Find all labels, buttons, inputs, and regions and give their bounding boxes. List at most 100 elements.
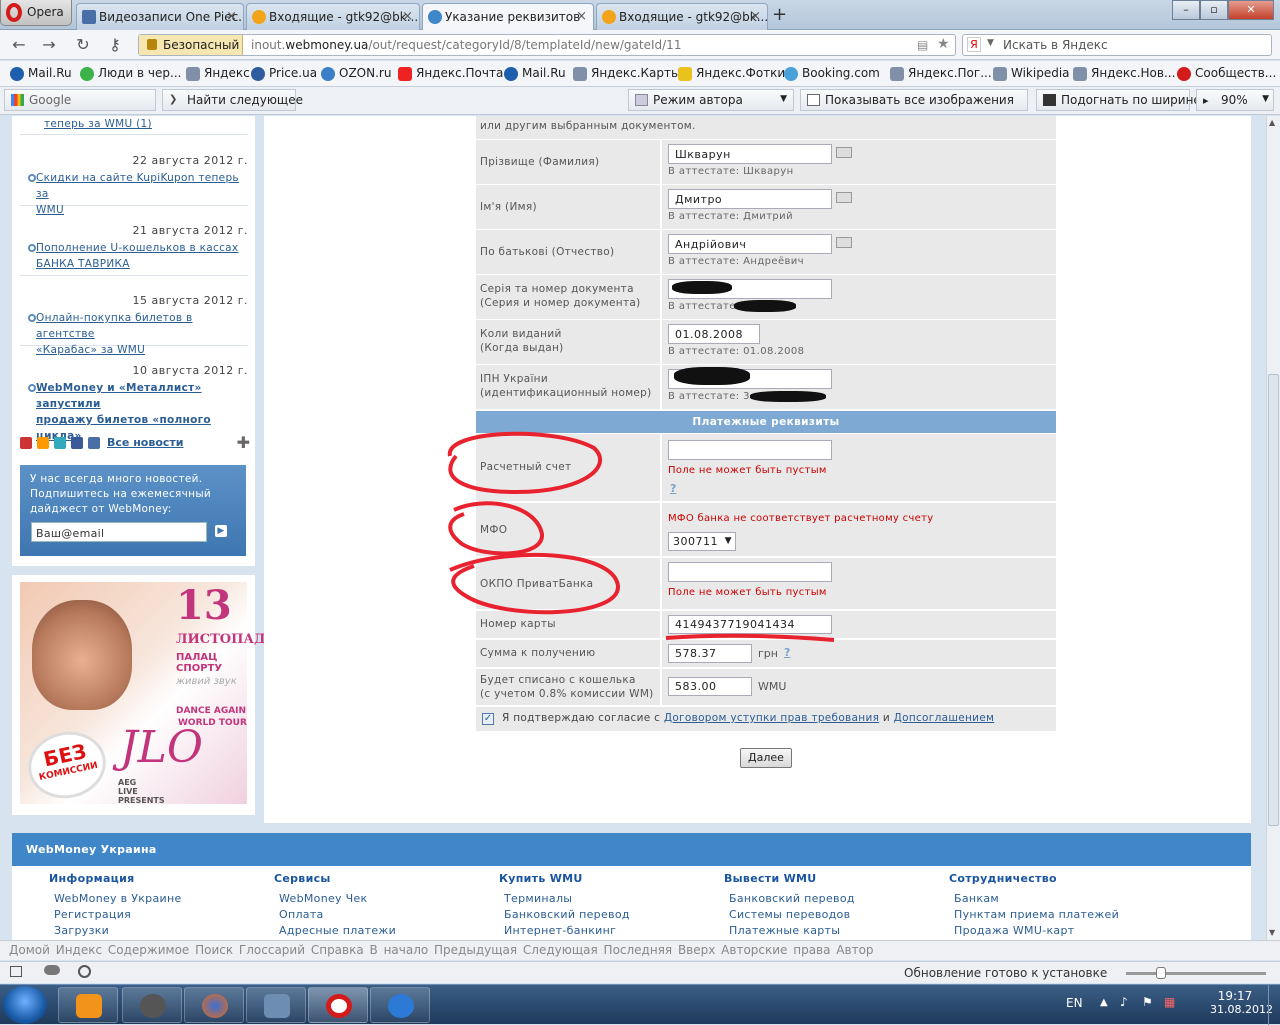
find-next-button[interactable]: ❯ Найти следующее — [162, 89, 303, 111]
bookmark-item[interactable]: Сообществ... — [1177, 66, 1276, 81]
tab-videos[interactable]: Видеозаписи One Piec... × — [76, 3, 244, 30]
taskbar-window[interactable] — [246, 987, 306, 1023]
google-search-field[interactable]: Google — [4, 89, 156, 111]
taskbar-media-player[interactable] — [58, 987, 118, 1023]
tray-arrow-icon[interactable]: ▲ — [1100, 997, 1108, 1008]
footer-link[interactable]: Загрузки — [49, 923, 182, 939]
footer-link[interactable]: Банковский перевод — [499, 907, 630, 923]
vk-icon[interactable] — [88, 437, 100, 449]
speed-dial-icon[interactable] — [78, 965, 91, 978]
scroll-up-icon[interactable]: ▲ — [1269, 118, 1275, 127]
footer-link[interactable]: Терминалы — [499, 891, 630, 907]
bookmark-item[interactable]: Яндекс.Карты — [573, 66, 680, 81]
news-link[interactable]: WebMoney и «Металлист» запустили продажу … — [36, 380, 248, 444]
url-text[interactable]: inout.webmoney.ua/out/request/categoryId… — [251, 38, 681, 52]
bookmark-item[interactable]: OZON.ru — [321, 66, 391, 81]
close-icon[interactable]: × — [750, 9, 761, 24]
close-window-button[interactable]: ✕ — [1228, 0, 1274, 20]
taskbar-opera[interactable] — [308, 987, 368, 1023]
submit-arrow-icon[interactable]: ▶ — [215, 525, 227, 537]
footer-column-head[interactable]: Вывести WMU — [724, 872, 855, 885]
plus-icon[interactable]: ✚ — [237, 433, 250, 452]
footer-link[interactable]: Адресные платежи — [274, 923, 396, 939]
bookmark-item[interactable]: Яндекс.Почта — [398, 66, 503, 81]
footer-link[interactable]: Интернет-банкинг — [499, 923, 630, 939]
close-icon[interactable]: × — [226, 9, 237, 24]
footer-link[interactable]: WebMoney в Украине — [49, 891, 182, 907]
cloud-icon[interactable] — [44, 965, 60, 975]
flag-icon[interactable]: ⚑ — [1142, 995, 1153, 1009]
clock[interactable]: 19:17 31.08.2012 — [1210, 989, 1273, 1016]
bookmark-item[interactable]: Booking.com — [784, 66, 880, 81]
yandex-search-field[interactable]: Я ▼ Искать в Яндекс — [962, 34, 1272, 56]
tab-requisites[interactable]: Указание реквизитов × — [422, 3, 594, 31]
close-icon[interactable]: × — [402, 9, 413, 24]
address-field[interactable]: Безопасный inout.webmoney.ua/out/request… — [138, 34, 956, 56]
keyboard-icon[interactable] — [836, 237, 852, 248]
news-link[interactable]: Скидки на сайте KupiKupon теперь за WMU — [36, 170, 248, 218]
debit-input[interactable]: 583.00 — [668, 677, 752, 696]
network-icon[interactable]: ▦ — [1164, 995, 1175, 1009]
rss-icon[interactable]: ▤ — [917, 38, 928, 52]
zoom-slider-knob[interactable] — [1156, 967, 1166, 979]
bookmark-item[interactable]: Яндекс.Фотки — [678, 66, 785, 81]
reload-icon[interactable]: ↻ — [72, 35, 94, 55]
start-button[interactable] — [3, 986, 47, 1024]
footer-link[interactable]: Оплата — [274, 907, 396, 923]
keyboard-icon[interactable] — [836, 147, 852, 158]
footer-column-head[interactable]: Информация — [49, 872, 182, 885]
bookmark-item[interactable]: Mail.Ru — [10, 66, 72, 81]
author-mode-select[interactable]: Режим автора ▼ — [628, 89, 794, 111]
bookmark-item[interactable]: Люди в чер... — [80, 66, 181, 81]
close-icon[interactable]: × — [576, 9, 587, 24]
name-input[interactable]: Дмитро — [668, 189, 832, 209]
concert-banner[interactable]: 13 ЛИСТОПАДА ПАЛАЦ СПОРТУ живий звук DAN… — [12, 575, 276, 815]
bookmark-item[interactable]: Яндекс.Пог... — [890, 66, 992, 81]
footer-link[interactable]: Банкам — [949, 891, 1119, 907]
show-images-button[interactable]: Показывать все изображения — [800, 89, 1028, 111]
news-comment-count[interactable]: 1 — [141, 118, 148, 130]
bookmark-item[interactable]: Яндекс — [186, 66, 250, 81]
zoom-select[interactable]: ▸ 90% ▼ — [1196, 89, 1274, 111]
news-link[interactable]: Онлайн-покупка билетов в агентстве «Караб… — [36, 310, 248, 358]
email-field[interactable]: Ваш@email — [31, 522, 207, 542]
taskbar-firefox[interactable] — [184, 987, 244, 1023]
all-news-link[interactable]: Все новости — [107, 436, 183, 449]
supplementary-agreement-link[interactable]: Допсоглашением — [894, 712, 995, 724]
scroll-down-icon[interactable]: ▼ — [1269, 928, 1275, 937]
news-link[interactable]: теперь за WMU (1) — [44, 116, 152, 132]
news-link[interactable]: Пополнение U-кошельков в кассах БАНКА ТАВ… — [36, 240, 238, 272]
tab-mail-2[interactable]: Входящие - gtk92@bk.... × — [596, 3, 768, 30]
twitter-icon[interactable] — [54, 437, 66, 449]
minimize-button[interactable]: – — [1172, 0, 1200, 20]
show-desktop-button[interactable] — [1268, 985, 1280, 1025]
patronymic-input[interactable]: Андрійович — [668, 234, 832, 254]
next-button[interactable]: Далее — [740, 748, 792, 768]
footer-column-head[interactable]: Купить WMU — [499, 872, 630, 885]
taskbar-ie[interactable] — [370, 987, 430, 1023]
assignment-agreement-link[interactable]: Договором уступки прав требования — [664, 712, 879, 724]
scroll-thumb[interactable] — [1268, 374, 1279, 826]
security-badge[interactable]: Безопасный — [139, 35, 243, 55]
footer-link[interactable]: WebMoney Чек — [274, 891, 396, 907]
update-status[interactable]: Обновление готово к установке — [904, 966, 1107, 980]
surname-input[interactable]: Шкварун — [668, 144, 832, 164]
new-tab-button[interactable]: + — [772, 4, 787, 25]
volume-icon[interactable]: ♪ — [1120, 995, 1128, 1009]
bookmark-item[interactable]: Mail.Ru — [504, 66, 566, 81]
footer-link[interactable]: Продажа WMU-карт — [949, 923, 1119, 939]
language-indicator[interactable]: EN — [1066, 996, 1083, 1010]
bookmark-item[interactable]: Яндекс.Нов... — [1073, 66, 1175, 81]
panel-toggle-icon[interactable] — [10, 966, 22, 977]
issued-date-input[interactable]: 01.08.2008 — [668, 324, 760, 344]
maximize-button[interactable]: ▫ — [1200, 0, 1228, 20]
taskbar-tanks[interactable] — [122, 987, 182, 1023]
bookmark-item[interactable]: Wikipedia — [993, 66, 1070, 81]
bookmark-item[interactable]: Price.ua — [251, 66, 317, 81]
fit-width-button[interactable]: Подогнать по ширине — [1036, 89, 1201, 111]
footer-link[interactable]: Пунктам приема платежей — [949, 907, 1119, 923]
keyboard-icon[interactable] — [836, 192, 852, 203]
facebook-icon[interactable] — [71, 437, 83, 449]
footer-link[interactable]: Системы переводов — [724, 907, 855, 923]
forward-icon[interactable]: → — [38, 35, 60, 55]
